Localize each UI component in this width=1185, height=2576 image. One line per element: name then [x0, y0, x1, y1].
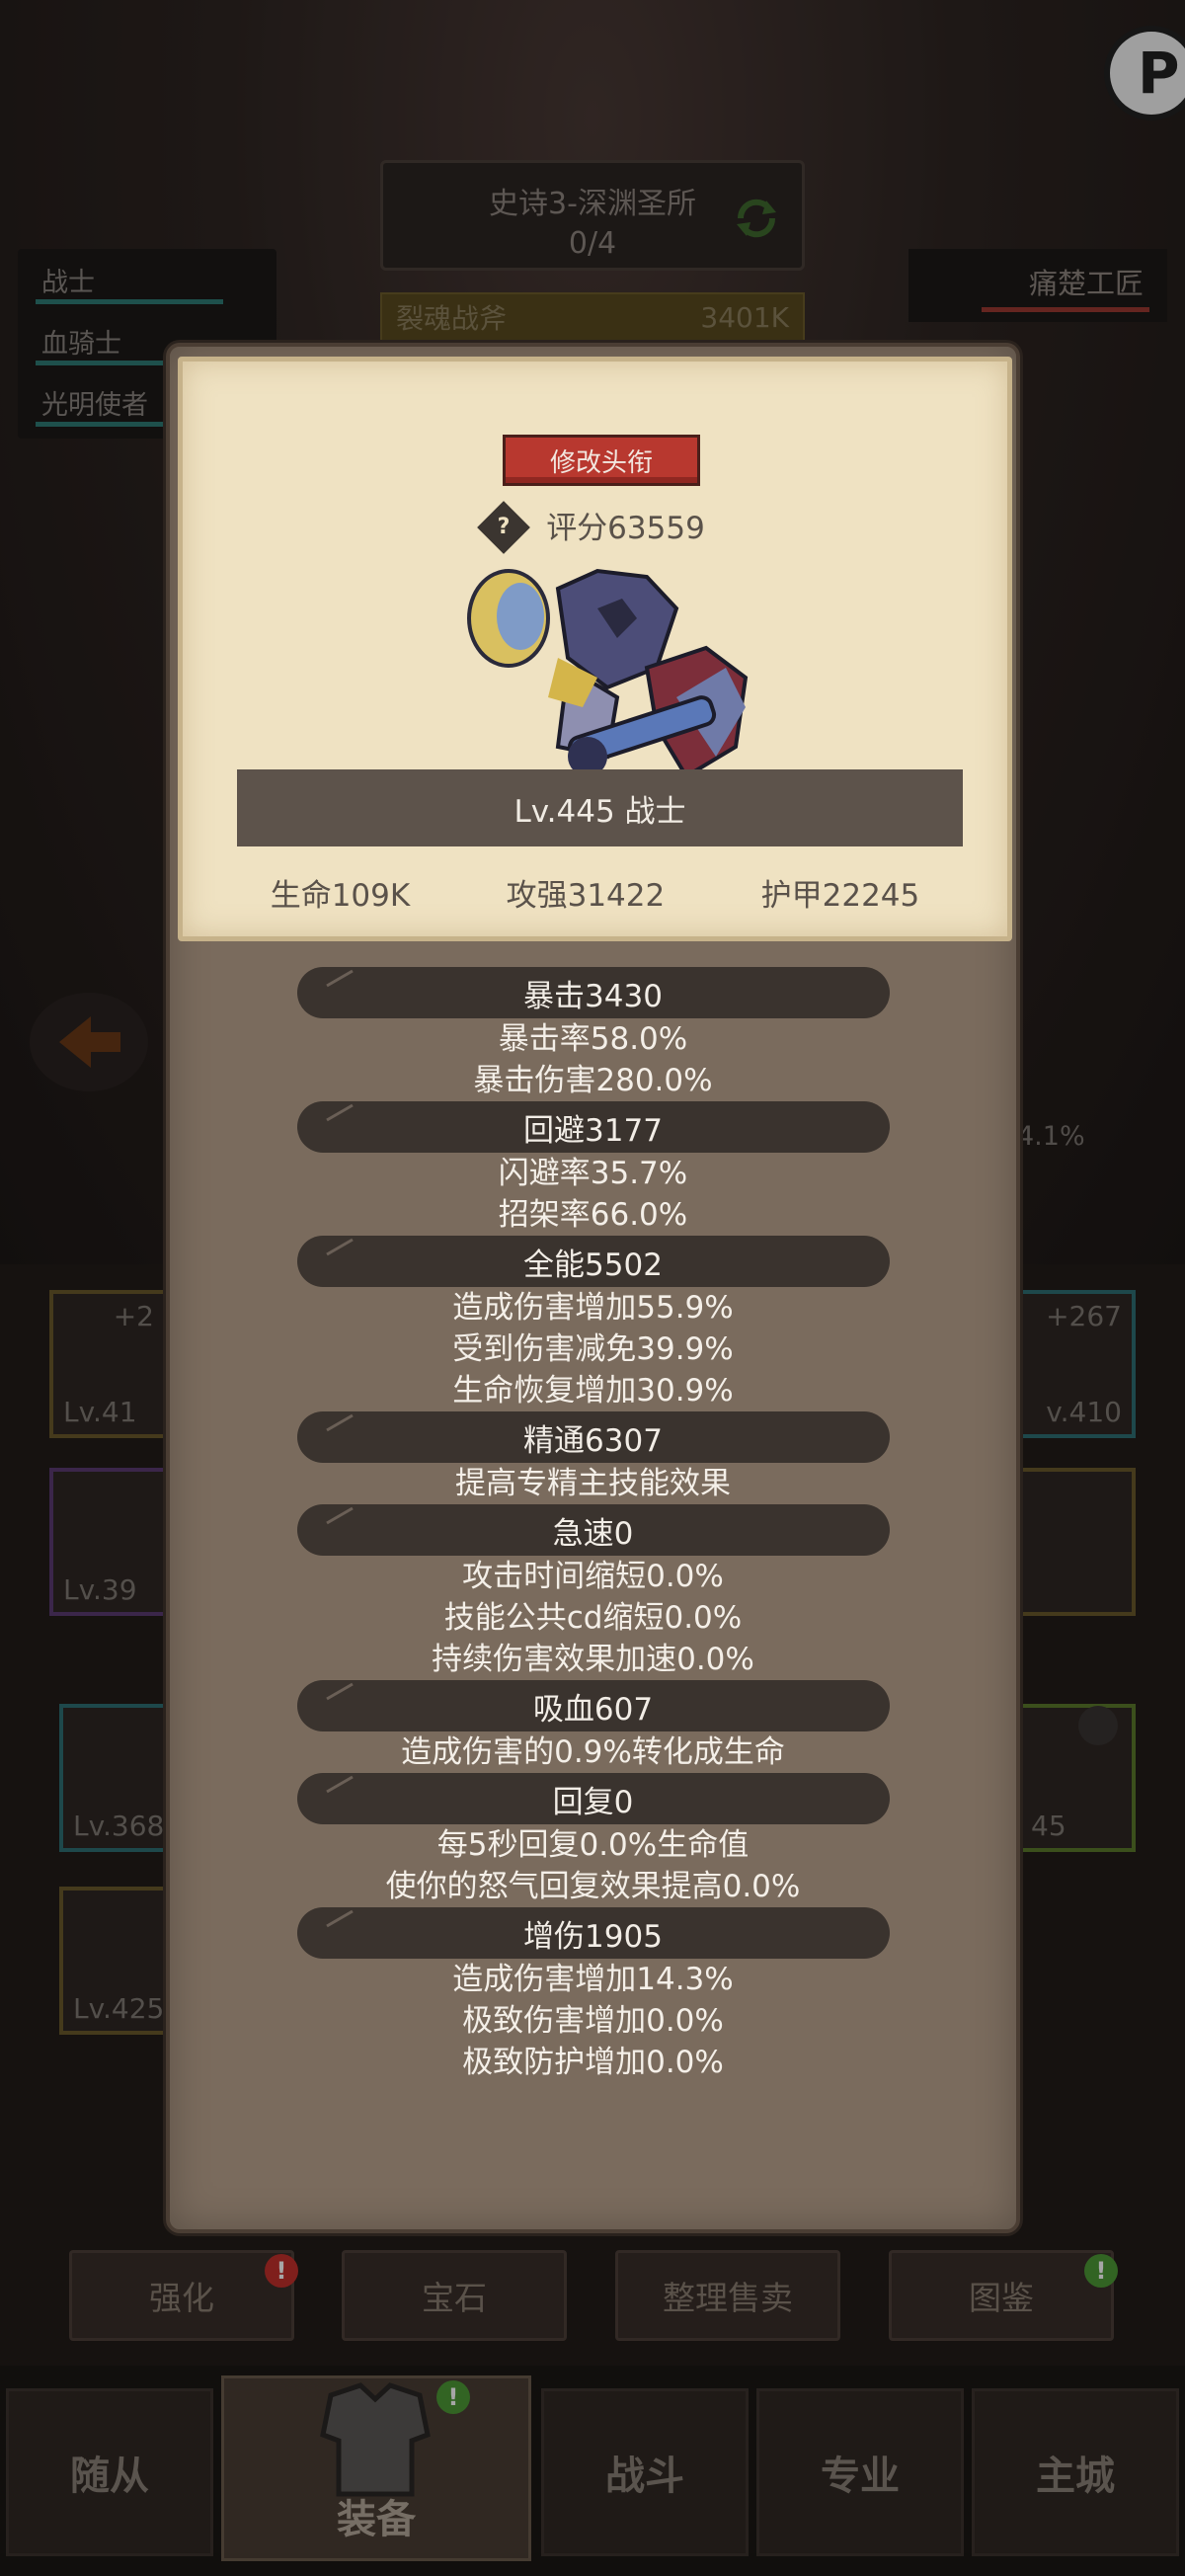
attribute-line: 每5秒回复0.0%生命值	[436, 1827, 750, 1863]
attribute-group-crit: 暴击3430 暴击率58.0% 暴击伤害280.0%	[170, 967, 1016, 1101]
attribute-line: 招架率66.0%	[498, 1197, 688, 1233]
attribute-group-haste: 急速0 攻击时间缩短0.0% 技能公共cd缩短0.0% 持续伤害效果加速0.0%	[170, 1504, 1016, 1680]
attribute-line: 造成伤害增加14.3%	[452, 1962, 734, 1997]
attribute-header: 回复0	[296, 1773, 890, 1824]
main-stats: 生命109K 攻强31422 护甲22245	[183, 870, 1007, 915]
attribute-group-dodge: 回避3177 闪避率35.7% 招架率66.0%	[170, 1101, 1016, 1236]
help-icon[interactable]: ?	[477, 500, 531, 554]
attribute-line: 暴击率58.0%	[498, 1021, 688, 1057]
attribute-group-leech: 吸血607 造成伤害的0.9%转化成生命	[170, 1680, 1016, 1773]
attribute-header: 回避3177	[296, 1101, 890, 1153]
attribute-line: 暴击伤害280.0%	[473, 1063, 713, 1098]
score-text: 评分63559	[546, 511, 705, 546]
attribute-line: 造成伤害的0.9%转化成生命	[401, 1734, 785, 1770]
attribute-line: 持续伤害效果加速0.0%	[432, 1642, 754, 1677]
attribute-list: 暴击3430 暴击率58.0% 暴击伤害280.0% 回避3177 闪避率35.…	[170, 967, 1016, 2083]
attribute-header: 精通6307	[296, 1411, 890, 1463]
attribute-line: 生命恢复增加30.9%	[452, 1373, 734, 1409]
character-stats-modal: 修改头衔 ? 评分63559 Lv.445 战士 生命109K 攻强31422 护…	[166, 343, 1020, 2233]
attribute-header: 全能5502	[296, 1236, 890, 1287]
stat-hp: 生命109K	[270, 878, 411, 914]
attribute-group-regen: 回复0 每5秒回复0.0%生命值 使你的怒气回复效果提高0.0%	[170, 1773, 1016, 1907]
stat-armor: 护甲22245	[760, 878, 920, 914]
attribute-group-versatility: 全能5502 造成伤害增加55.9% 受到伤害减免39.9% 生命恢复增加30.…	[170, 1236, 1016, 1411]
stat-attack: 攻强31422	[506, 878, 666, 914]
level-class-banner: Lv.445 战士	[237, 769, 963, 846]
attribute-group-damage-bonus: 增伤1905 造成伤害增加14.3% 极致伤害增加0.0% 极致防护增加0.0%	[170, 1907, 1016, 2083]
attribute-line: 造成伤害增加55.9%	[452, 1290, 734, 1326]
attribute-line: 使你的怒气回复效果提高0.0%	[385, 1869, 801, 1904]
rename-title-button[interactable]: 修改头衔	[503, 435, 700, 486]
attribute-line: 提高专精主技能效果	[455, 1466, 731, 1501]
attribute-header: 急速0	[296, 1504, 890, 1556]
attribute-line: 受到伤害减免39.9%	[452, 1331, 734, 1367]
attribute-line: 极致防护增加0.0%	[462, 2045, 724, 2080]
attribute-line: 极致伤害增加0.0%	[462, 2003, 724, 2039]
attribute-group-mastery: 精通6307 提高专精主技能效果	[170, 1411, 1016, 1504]
attribute-header: 吸血607	[296, 1680, 890, 1731]
portrait-panel: 修改头衔 ? 评分63559 Lv.445 战士 生命109K 攻强31422 护…	[178, 357, 1012, 941]
attribute-line: 闪避率35.7%	[498, 1156, 688, 1191]
score-row: ? 评分63559	[183, 500, 1007, 554]
attribute-header: 暴击3430	[296, 967, 890, 1018]
attribute-line: 技能公共cd缩短0.0%	[443, 1600, 743, 1636]
attribute-header: 增伤1905	[296, 1907, 890, 1959]
attribute-line: 攻击时间缩短0.0%	[462, 1559, 724, 1594]
